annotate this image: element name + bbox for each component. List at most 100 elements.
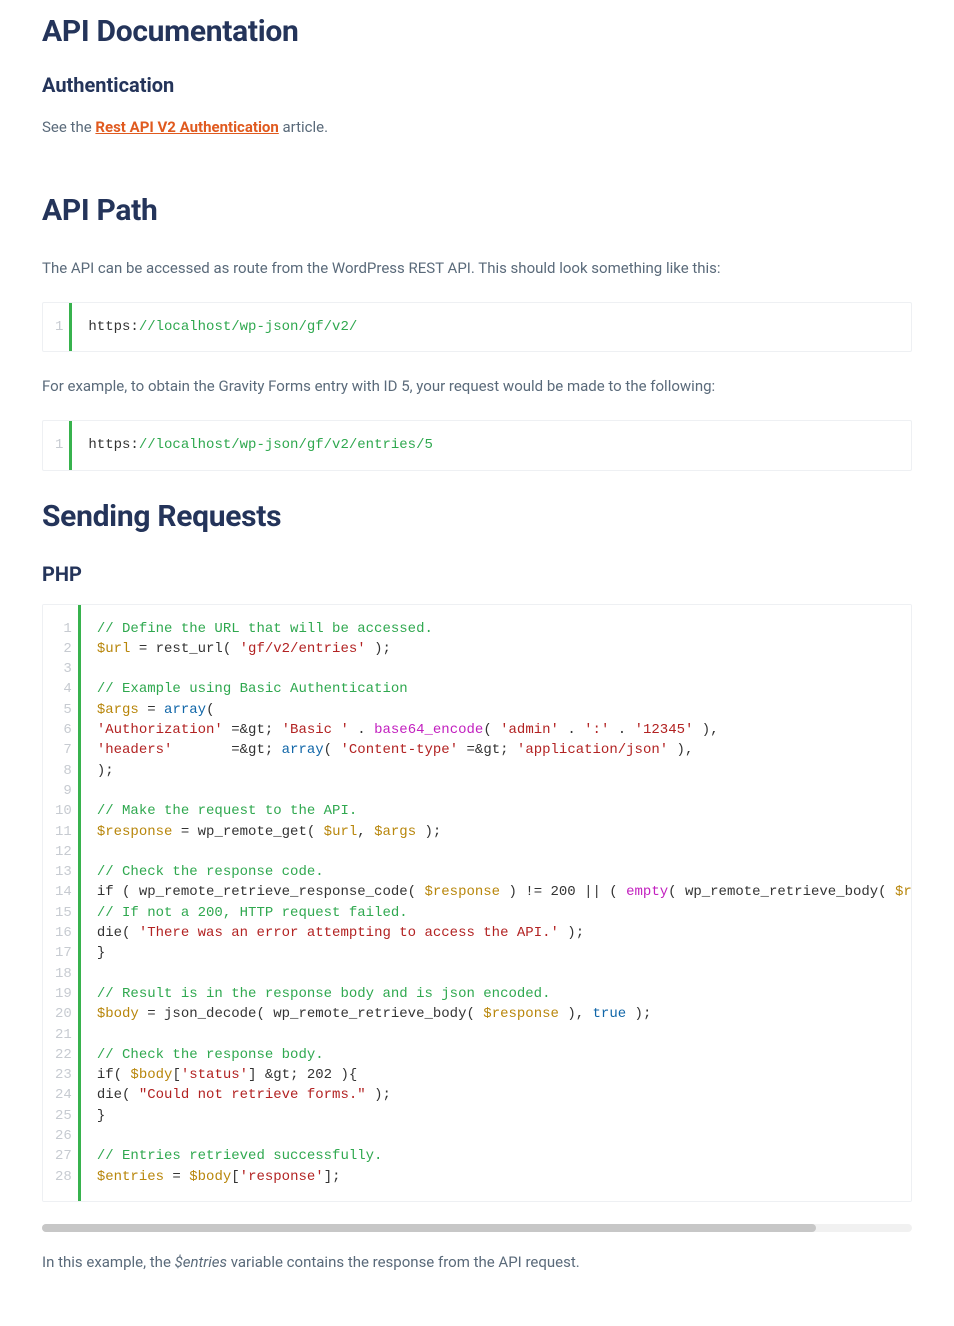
line-number: 13 <box>55 862 72 882</box>
code-token: "Could not retrieve forms." <box>139 1087 366 1103</box>
auth-text-post: article. <box>279 118 328 136</box>
line-number: 26 <box>55 1126 72 1146</box>
code-token: // Define the URL that will be accessed. <box>97 621 433 637</box>
code-token: , <box>357 824 374 840</box>
code-token: // Check the response code. <box>97 864 324 880</box>
line-number: 5 <box>55 700 72 720</box>
line-number: 24 <box>55 1085 72 1105</box>
code-token: if( <box>97 1067 131 1083</box>
code-content: https://localhost/wp-json/gf/v2/ <box>72 303 911 351</box>
line-number: 23 <box>55 1065 72 1085</box>
code-token: . <box>349 722 374 738</box>
code-gutter: 1234567891011121314151617181920212223242… <box>43 605 81 1201</box>
code-token: ); <box>416 824 441 840</box>
code-token: ); <box>626 1006 651 1022</box>
code-token: ]; <box>324 1169 341 1185</box>
line-number: 22 <box>55 1045 72 1065</box>
code-token: $response <box>424 884 500 900</box>
code-token: 'Authorization' <box>97 722 223 738</box>
code-block-base-url: 1 https://localhost/wp-json/gf/v2/ <box>42 302 912 352</box>
code-token: $url <box>97 641 131 657</box>
code-token: array <box>282 742 324 758</box>
code-token: die( <box>97 1087 139 1103</box>
scrollbar-thumb[interactable] <box>42 1224 816 1232</box>
code-token: $body <box>189 1169 231 1185</box>
line-number: 6 <box>55 720 72 740</box>
auth-text-pre: See the <box>42 118 95 136</box>
code-token: 'application/json' <box>517 742 668 758</box>
line-number: 21 <box>55 1025 72 1045</box>
code-token: =&gt; <box>223 722 282 738</box>
code-token: 'headers' <box>97 742 173 758</box>
code-token: [ <box>172 1067 180 1083</box>
line-number: 8 <box>55 761 72 781</box>
line-number: 11 <box>55 822 72 842</box>
code-token: ':' <box>584 722 609 738</box>
code-token: 'gf/v2/entries' <box>240 641 366 657</box>
code-gutter: 1 <box>43 421 72 469</box>
line-number: 19 <box>55 984 72 1004</box>
auth-paragraph: See the Rest API V2 Authentication artic… <box>42 115 912 139</box>
code-token: empty <box>626 884 668 900</box>
code-content: https://localhost/wp-json/gf/v2/entries/… <box>72 421 911 469</box>
code-token: ), <box>668 742 693 758</box>
code-token: ( wp_remote_retrieve_body( <box>668 884 895 900</box>
code-token: ); <box>97 763 114 779</box>
code-token: } <box>97 1108 105 1124</box>
api-path-example-intro: For example, to obtain the Gravity Forms… <box>42 374 912 398</box>
code-token: ( <box>206 702 214 718</box>
line-number: 15 <box>55 903 72 923</box>
code-token: =&gt; <box>172 742 281 758</box>
line-number: 3 <box>55 659 72 679</box>
code-token: $entries <box>97 1169 164 1185</box>
code-token: ); <box>559 925 584 941</box>
code-token: // Check the response body. <box>97 1047 324 1063</box>
code-token: $args <box>97 702 139 718</box>
code-token: base64_encode <box>374 722 483 738</box>
footer-var: $entries <box>175 1253 227 1271</box>
code-token: = <box>139 702 164 718</box>
code-token: = rest_url( <box>130 641 239 657</box>
code-token: . <box>559 722 584 738</box>
line-number: 17 <box>55 943 72 963</box>
code-token: ); <box>366 641 391 657</box>
code-token: ( <box>324 742 341 758</box>
line-number: 7 <box>55 740 72 760</box>
code-token: ), <box>559 1006 593 1022</box>
line-number: 14 <box>55 882 72 902</box>
code-token: $body <box>97 1006 139 1022</box>
code-token: if ( wp_remote_retrieve_response_code( <box>97 884 425 900</box>
code-token: 'status' <box>181 1067 248 1083</box>
footer-text-pre: In this example, the <box>42 1253 175 1271</box>
line-number: 1 <box>55 619 72 639</box>
code-token: //localhost/wp-json/gf/v2/ <box>139 319 357 335</box>
code-token: . <box>609 722 634 738</box>
code-block-php: 1234567891011121314151617181920212223242… <box>42 604 912 1202</box>
sending-requests-heading: Sending Requests <box>42 499 912 534</box>
code-token: = json_decode( wp_remote_retrieve_body( <box>139 1006 483 1022</box>
code-token: 'response' <box>240 1169 324 1185</box>
code-token: ); <box>366 1087 391 1103</box>
line-number: 18 <box>55 964 72 984</box>
footer-text-post: variable contains the response from the … <box>227 1253 580 1271</box>
code-token: $response <box>483 1006 559 1022</box>
code-token: // If not a 200, HTTP request failed. <box>97 905 408 921</box>
auth-heading: Authentication <box>42 73 912 97</box>
line-number: 25 <box>55 1106 72 1126</box>
code-token: // Example using Basic Authentication <box>97 681 408 697</box>
auth-link[interactable]: Rest API V2 Authentication <box>95 118 278 136</box>
code-token: '12345' <box>635 722 694 738</box>
line-number: 20 <box>55 1004 72 1024</box>
horizontal-scrollbar[interactable] <box>42 1224 912 1232</box>
code-content: // Define the URL that will be accessed.… <box>81 605 912 1201</box>
code-block-example-url: 1 https://localhost/wp-json/gf/v2/entrie… <box>42 420 912 470</box>
api-path-heading: API Path <box>42 193 912 228</box>
code-token: die( <box>97 925 139 941</box>
line-number: 10 <box>55 801 72 821</box>
code-token: $body <box>130 1067 172 1083</box>
line-number: 4 <box>55 679 72 699</box>
line-number: 1 <box>55 435 63 455</box>
line-number: 1 <box>55 317 63 337</box>
api-path-intro: The API can be accessed as route from th… <box>42 256 912 280</box>
code-token: $response <box>895 884 912 900</box>
